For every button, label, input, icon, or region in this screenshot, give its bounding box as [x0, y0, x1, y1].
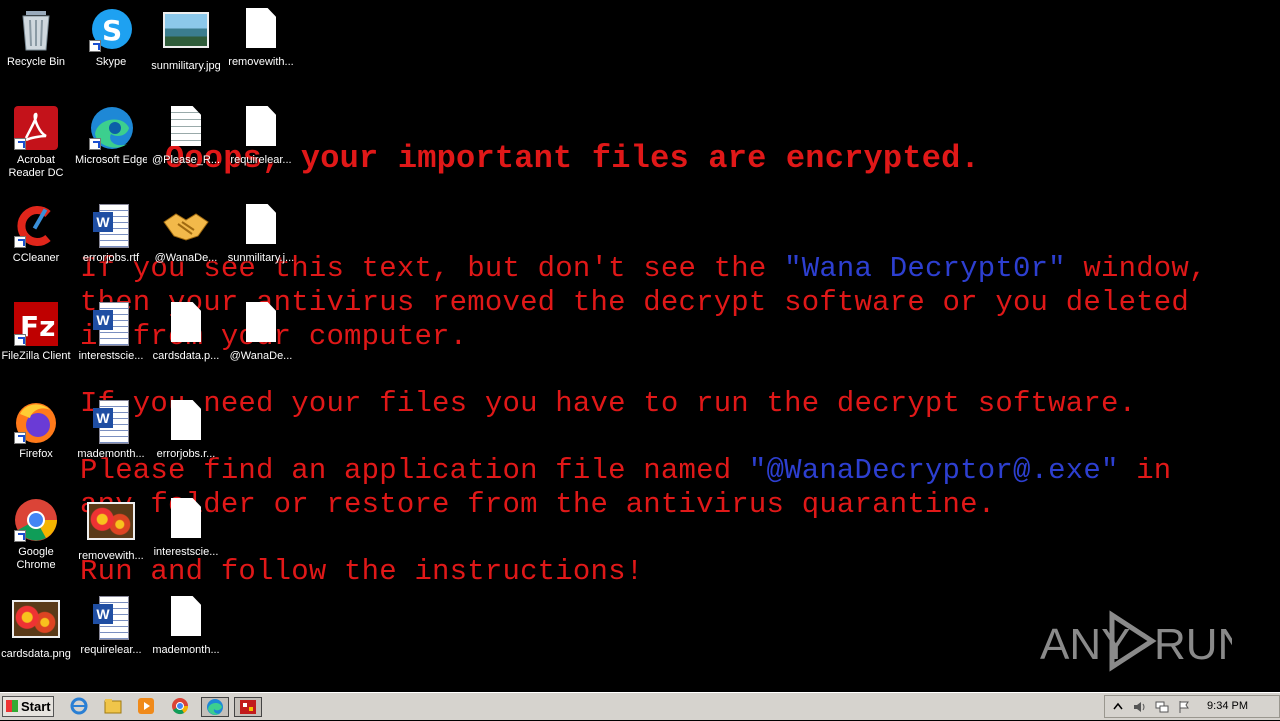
word-document-icon: W	[87, 596, 135, 640]
shortcut-arrow-icon	[14, 530, 26, 542]
desktop-icon-firefox[interactable]: Firefox	[0, 400, 72, 461]
shortcut-arrow-icon	[14, 236, 26, 248]
system-tray: 9:34 PM	[1104, 695, 1280, 718]
desktop-icon-sunmilitary-jpg[interactable]: sunmilitary.jpg	[150, 8, 222, 73]
ccleaner-icon	[12, 204, 60, 248]
ransom-line-4: If you need your files you have to run t…	[80, 387, 1137, 420]
taskbar-media-player-button[interactable]	[136, 697, 158, 717]
network-icon[interactable]	[1155, 700, 1169, 714]
desktop-icon-errorjobs-rtf[interactable]: W errorjobs.rtf	[75, 204, 147, 265]
ransom-line-5: Please find an application file named "@…	[80, 454, 1172, 487]
media-player-icon	[138, 698, 154, 714]
recycle-bin-icon	[12, 8, 60, 52]
desktop-icon-interestscie-1[interactable]: W interestscie...	[75, 302, 147, 363]
taskbar-explorer-button[interactable]	[103, 697, 125, 717]
image-file-icon	[12, 600, 60, 644]
desktop-icon-removewith-2[interactable]: removewith...	[75, 498, 147, 563]
desktop-icon-acrobat[interactable]: Acrobat Reader DC	[0, 106, 72, 180]
chrome-icon	[172, 698, 189, 715]
skype-icon: S	[87, 8, 135, 52]
shortcut-arrow-icon	[89, 138, 101, 150]
acrobat-icon	[12, 106, 60, 150]
watermark-right-text: RUN	[1154, 620, 1232, 669]
taskbar-wanadecryptor-button[interactable]	[234, 697, 262, 717]
firefox-icon	[12, 400, 60, 444]
shortcut-arrow-icon	[89, 40, 101, 52]
ransom-line-7: Run and follow the instructions!	[80, 555, 644, 588]
blank-file-icon	[162, 498, 210, 542]
desktop-icon-cardsdata-p[interactable]: cardsdata.p...	[150, 302, 222, 363]
word-document-icon: W	[87, 400, 135, 444]
desktop-icon-ccleaner[interactable]: CCleaner	[0, 204, 72, 265]
edge-icon	[207, 699, 223, 715]
taskbar-clock[interactable]: 9:34 PM	[1207, 700, 1248, 712]
taskbar-ie-button[interactable]	[69, 697, 91, 717]
shortcut-arrow-icon	[14, 334, 26, 346]
desktop-icon-mademonth-2[interactable]: mademonth...	[150, 596, 222, 657]
desktop-icon-errorjobs-r[interactable]: errorjobs.r...	[150, 400, 222, 461]
desktop-icon-recycle-bin[interactable]: Recycle Bin	[0, 8, 72, 69]
desktop-icon-removewith-1[interactable]: removewith...	[225, 8, 297, 69]
word-document-icon: W	[87, 302, 135, 346]
desktop-icon-please-readme[interactable]: @Please_R...	[150, 106, 222, 167]
image-file-icon	[162, 12, 210, 56]
filezilla-icon: Fz	[12, 302, 60, 346]
chrome-icon	[12, 498, 60, 542]
desktop-icon-cardsdata-png[interactable]: cardsdata.png	[0, 596, 72, 661]
desktop-icon-wanadecryptor-1[interactable]: @WanaDe...	[150, 204, 222, 265]
shortcut-arrow-icon	[14, 432, 26, 444]
folder-icon	[104, 699, 122, 714]
desktop-icon-wanadecryptor-2[interactable]: @WanaDe...	[225, 302, 297, 363]
desktop-icon-sunmilitary-j[interactable]: sunmilitary.j...	[225, 204, 297, 265]
blank-file-icon	[237, 8, 285, 52]
desktop-icon-requirelear-2[interactable]: W requirelear...	[75, 596, 147, 657]
word-document-icon: W	[87, 204, 135, 248]
shortcut-arrow-icon	[14, 138, 26, 150]
windows-logo-icon	[6, 700, 18, 712]
desktop-icon-mademonth-1[interactable]: W mademonth...	[75, 400, 147, 461]
desktop[interactable]: Ooops, your important files are encrypte…	[0, 0, 1280, 692]
image-file-icon	[87, 502, 135, 546]
desktop-icon-chrome[interactable]: Google Chrome	[0, 498, 72, 572]
wanadecryptor-icon	[240, 700, 256, 714]
desktop-icon-edge[interactable]: Microsoft Edge	[75, 106, 147, 167]
edge-icon	[87, 106, 135, 150]
taskbar: Start 9:34 PM	[0, 692, 1280, 720]
anyrun-watermark: ANY RUN	[1040, 609, 1249, 673]
action-center-flag-icon[interactable]	[1177, 700, 1191, 714]
blank-file-icon	[162, 596, 210, 640]
volume-icon[interactable]	[1133, 700, 1147, 714]
text-document-icon	[162, 106, 210, 150]
blank-file-icon	[162, 400, 210, 444]
desktop-icon-skype[interactable]: S Skype	[75, 8, 147, 69]
taskbar-edge-button[interactable]	[201, 697, 229, 717]
blank-file-icon	[162, 302, 210, 346]
svg-text:S: S	[102, 14, 122, 47]
start-button[interactable]: Start	[2, 696, 54, 717]
blank-file-icon	[237, 106, 285, 150]
blank-file-icon	[237, 204, 285, 248]
show-hidden-icons-chevron-icon[interactable]	[1111, 700, 1125, 714]
blank-file-icon	[237, 302, 285, 346]
handshake-icon	[162, 204, 210, 248]
taskbar-chrome-button[interactable]	[170, 697, 192, 717]
desktop-icon-interestscie-2[interactable]: interestscie...	[150, 498, 222, 559]
desktop-icon-requirelear-1[interactable]: requirelear...	[225, 106, 297, 167]
internet-explorer-icon	[70, 697, 88, 715]
desktop-icon-filezilla[interactable]: Fz FileZilla Client	[0, 302, 72, 363]
